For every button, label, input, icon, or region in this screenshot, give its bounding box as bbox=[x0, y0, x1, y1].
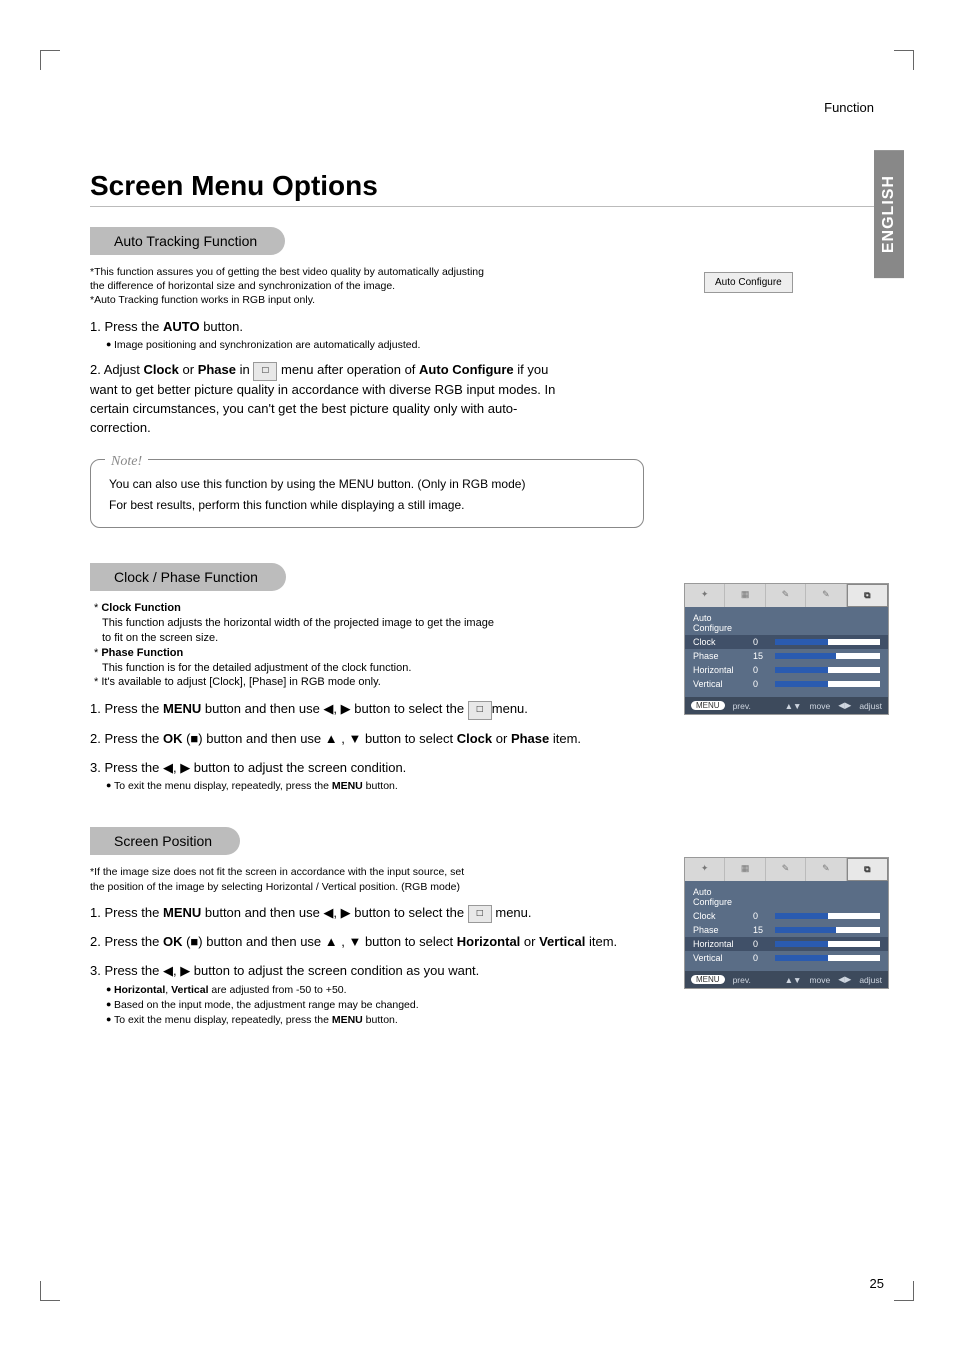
desc: This function adjusts the horizontal wid… bbox=[102, 616, 502, 646]
step-bullet: Horizontal, Vertical are adjusted from -… bbox=[106, 984, 644, 996]
osd-tab-icon: ✦ bbox=[685, 858, 725, 881]
page-number: 25 bbox=[870, 1276, 884, 1291]
osd-menu-2: ✦ ▦ ✎ ✎ ⧉ Auto Configure Clock0 Phase15 … bbox=[684, 857, 889, 989]
section-heading: Auto Tracking Function bbox=[90, 227, 285, 255]
osd-tab-icon: ⧉ bbox=[847, 858, 888, 881]
osd-tab-icon: ▦ bbox=[725, 584, 765, 607]
step-bullet: Image positioning and synchronization ar… bbox=[106, 339, 644, 351]
screen-menu-icon: □ bbox=[468, 905, 492, 924]
desc: This function is for the detailed adjust… bbox=[102, 661, 644, 676]
step: 2. Adjust Clock or Phase in □ menu after… bbox=[90, 361, 570, 437]
desc: * Clock Function bbox=[94, 601, 644, 616]
osd-menu-1: ✦ ▦ ✎ ✎ ⧉ Auto Configure Clock0 Phase15 … bbox=[684, 583, 889, 715]
step-bullet: To exit the menu display, repeatedly, pr… bbox=[106, 780, 644, 792]
screen-menu-icon: □ bbox=[468, 701, 492, 720]
crop-mark bbox=[894, 1281, 914, 1301]
step: 2. Press the OK (■) button and then use … bbox=[90, 933, 644, 952]
section-note: *This function assures you of getting th… bbox=[90, 265, 490, 293]
osd-tab-icon: ▦ bbox=[725, 858, 765, 881]
note-line: You can also use this function by using … bbox=[109, 474, 625, 494]
step: 1. Press the MENU button and then use ◀,… bbox=[90, 700, 644, 720]
crop-mark bbox=[40, 50, 60, 70]
crop-mark bbox=[40, 1281, 60, 1301]
step: 1. Press the MENU button and then use ◀,… bbox=[90, 904, 644, 924]
section-heading: Screen Position bbox=[90, 827, 240, 855]
osd-tab-icon: ✎ bbox=[806, 584, 846, 607]
note-box: Note! You can also use this function by … bbox=[90, 459, 644, 528]
osd-tab-icon: ✎ bbox=[766, 858, 806, 881]
step: 3. Press the ◀, ▶ button to adjust the s… bbox=[90, 759, 644, 778]
osd-tab-icon: ✎ bbox=[806, 858, 846, 881]
desc: * Phase Function bbox=[94, 646, 644, 661]
note-title: Note! bbox=[105, 450, 148, 474]
page-title: Screen Menu Options bbox=[90, 170, 904, 202]
rule bbox=[90, 206, 904, 207]
section-note: *Auto Tracking function works in RGB inp… bbox=[90, 293, 644, 307]
header-section: Function bbox=[824, 100, 874, 115]
auto-configure-button: Auto Configure bbox=[704, 272, 793, 293]
step: 2. Press the OK (■) button and then use … bbox=[90, 730, 644, 749]
step-bullet: To exit the menu display, repeatedly, pr… bbox=[106, 1014, 644, 1026]
osd-tab-icon: ⧉ bbox=[847, 584, 888, 607]
language-tab: ENGLISH bbox=[874, 150, 904, 278]
crop-mark bbox=[894, 50, 914, 70]
step-bullet: Based on the input mode, the adjustment … bbox=[106, 999, 644, 1011]
step: 3. Press the ◀, ▶ button to adjust the s… bbox=[90, 962, 644, 981]
screen-menu-icon: □ bbox=[253, 362, 277, 381]
section-heading: Clock / Phase Function bbox=[90, 563, 286, 591]
osd-tab-icon: ✎ bbox=[766, 584, 806, 607]
note-line: For best results, perform this function … bbox=[109, 495, 625, 515]
step: 1. Press the AUTO button. bbox=[90, 318, 644, 337]
osd-tab-icon: ✦ bbox=[685, 584, 725, 607]
desc: * It's available to adjust [Clock], [Pha… bbox=[94, 675, 644, 690]
section-note: *If the image size does not fit the scre… bbox=[90, 865, 470, 893]
